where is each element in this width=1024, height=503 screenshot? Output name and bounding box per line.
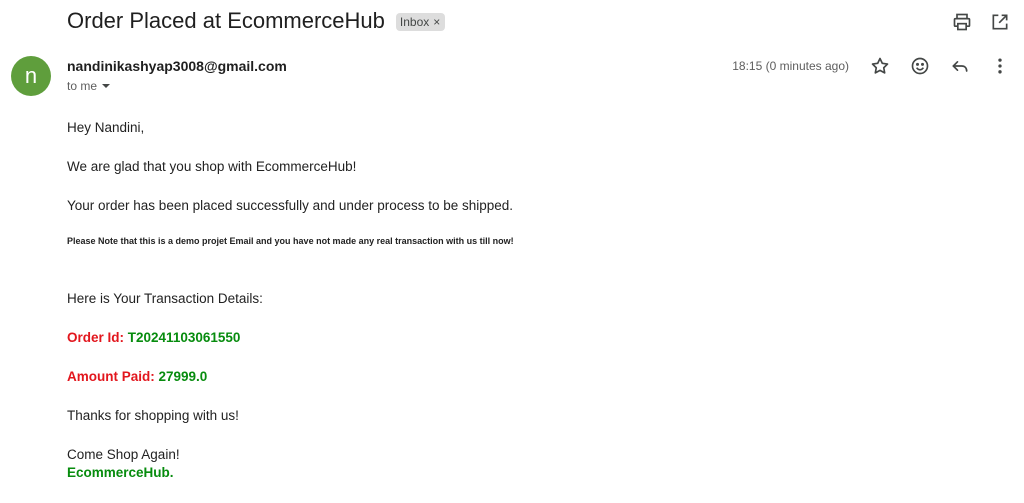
greeting-text: Hey Nandini, — [67, 120, 145, 135]
come-again-text: Come Shop Again! — [67, 447, 180, 462]
more-options-icon[interactable] — [990, 56, 1010, 76]
order-id-line: Order Id: T20241103061550 — [67, 330, 240, 345]
recipient-text: to me — [67, 79, 98, 93]
order-id-value: T20241103061550 — [127, 330, 241, 345]
email-timestamp: 18:15 (0 minutes ago) — [732, 59, 849, 73]
inbox-label-text: Inbox — [399, 15, 430, 29]
intro-text: We are glad that you shop with Ecommerce… — [67, 159, 357, 174]
sender-avatar[interactable]: n — [11, 56, 51, 96]
recipient-details-toggle[interactable]: to me — [67, 79, 111, 93]
signature-text: EcommerceHub. — [67, 465, 174, 480]
amount-paid-label: Amount Paid: — [67, 369, 155, 384]
order-id-label: Order Id: — [67, 330, 125, 345]
thanks-text: Thanks for shopping with us! — [67, 408, 239, 423]
open-in-new-window-icon[interactable] — [990, 12, 1010, 32]
top-toolbar — [952, 12, 1010, 32]
star-icon[interactable] — [870, 56, 890, 76]
amount-paid-line: Amount Paid: 27999.0 — [67, 369, 207, 384]
emoji-reaction-icon[interactable] — [910, 56, 930, 76]
chevron-down-icon — [102, 84, 111, 88]
subject-row: Order Placed at EcommerceHub Inbox × — [67, 8, 446, 34]
transaction-intro-text: Here is Your Transaction Details: — [67, 291, 263, 306]
sender-email[interactable]: nandinikashyap3008@gmail.com — [67, 58, 287, 74]
remove-label-icon[interactable]: × — [433, 15, 440, 29]
reply-icon[interactable] — [950, 56, 970, 76]
inbox-label-chip[interactable]: Inbox × — [395, 13, 446, 31]
demo-disclaimer-text: Please Note that this is a demo projet E… — [67, 236, 514, 246]
message-actions — [870, 56, 1010, 76]
order-status-text: Your order has been placed successfully … — [67, 198, 514, 213]
email-subject: Order Placed at EcommerceHub — [67, 8, 385, 33]
amount-paid-value: 27999.0 — [158, 369, 208, 384]
print-icon[interactable] — [952, 12, 972, 32]
